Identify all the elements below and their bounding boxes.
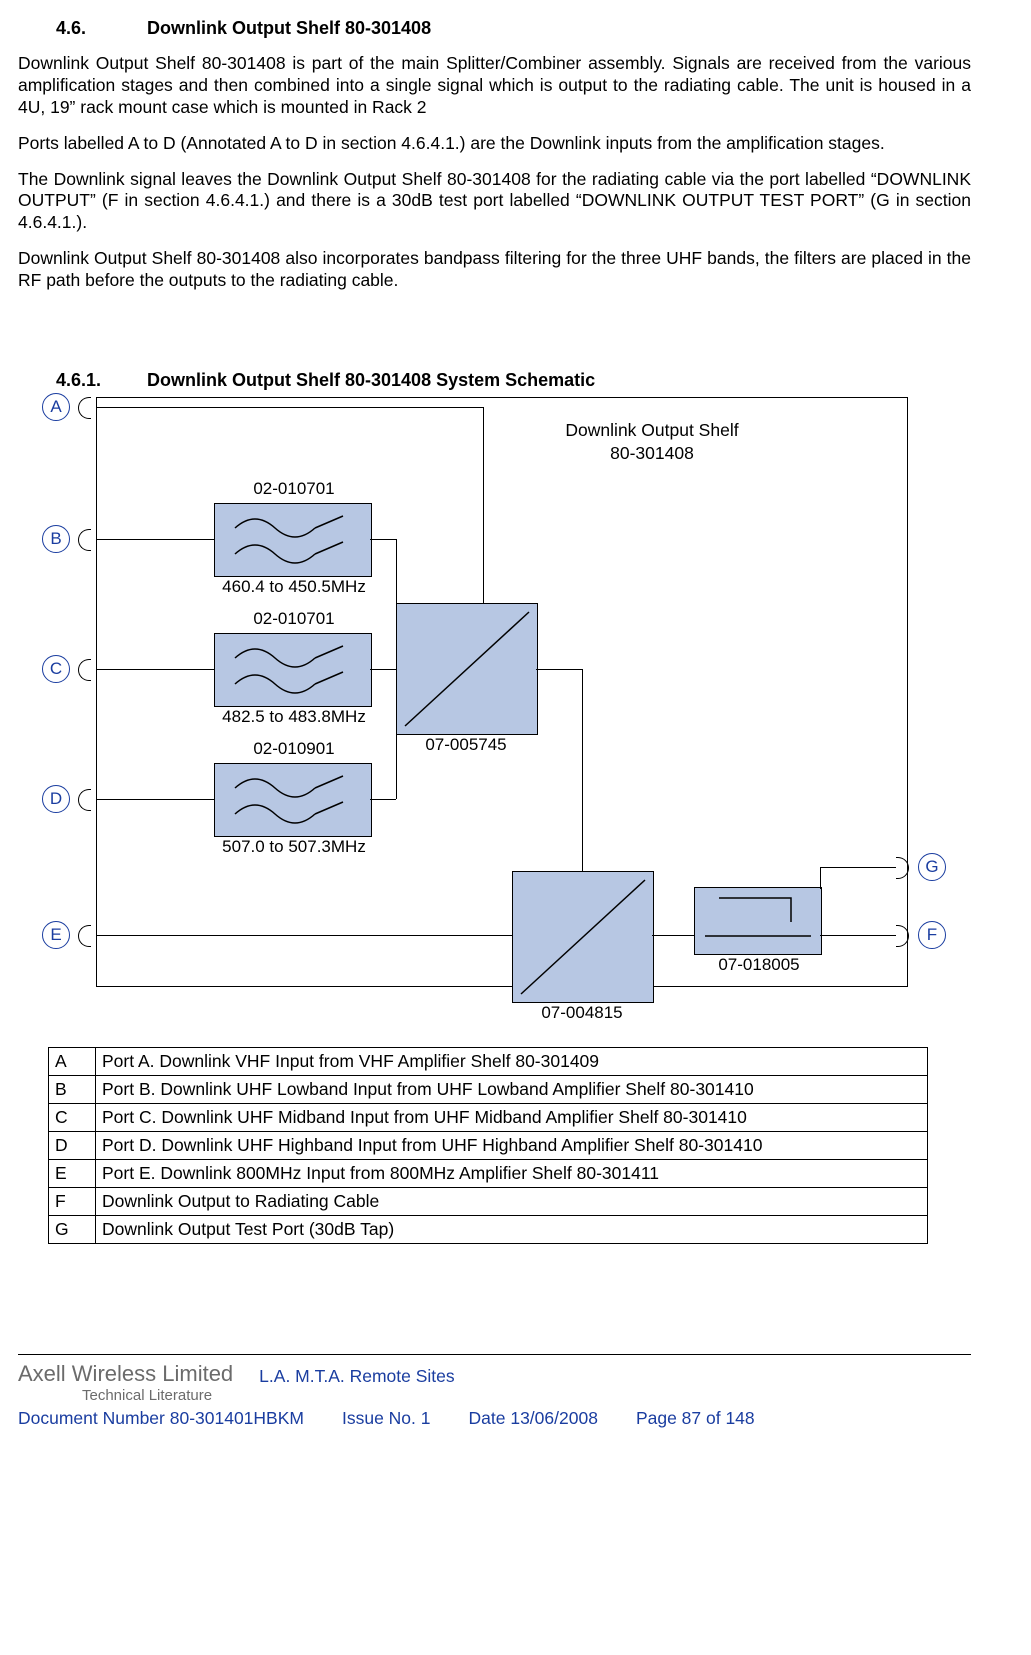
legend-val: Port A. Downlink VHF Input from VHF Ampl… [96, 1047, 928, 1075]
wire [820, 867, 821, 889]
port-g: G [918, 853, 946, 881]
footer-issue: Issue No. 1 [342, 1408, 431, 1429]
heading-4-6-1: 4.6.1. Downlink Output Shelf 80-301408 S… [56, 370, 971, 391]
port-c: C [42, 655, 70, 683]
port-d: D [42, 785, 70, 813]
combiner-1-label: 07-005745 [396, 735, 536, 755]
filter-symbol-icon [215, 764, 371, 836]
wire [582, 669, 583, 871]
legend-key: G [49, 1215, 96, 1243]
wire [396, 717, 397, 799]
wire [396, 539, 397, 619]
legend-table: APort A. Downlink VHF Input from VHF Amp… [48, 1047, 928, 1244]
filter-symbol-icon [215, 504, 371, 576]
filter-d [214, 763, 372, 837]
footer-page: Page 87 of 148 [636, 1408, 755, 1429]
schematic: Downlink Output Shelf 80-301408 A B C D … [18, 397, 971, 1037]
connector-b [78, 529, 91, 551]
port-f: F [918, 921, 946, 949]
combiner-symbol-icon [397, 604, 537, 734]
legend-key: C [49, 1103, 96, 1131]
table-row: GDownlink Output Test Port (30dB Tap) [49, 1215, 928, 1243]
connector-d [78, 789, 91, 811]
port-e: E [42, 921, 70, 949]
filter-d-part: 02-010901 [184, 739, 404, 759]
schematic-title: Downlink Output Shelf 80-301408 [542, 419, 762, 465]
legend-key: B [49, 1075, 96, 1103]
heading-4-6-1-num: 4.6.1. [56, 370, 142, 391]
combiner-1 [396, 603, 538, 735]
paragraph-4: Downlink Output Shelf 80-301408 also inc… [18, 248, 971, 292]
paragraph-2: Ports labelled A to D (Annotated A to D … [18, 133, 971, 155]
connector-c [78, 659, 91, 681]
legend-key: F [49, 1187, 96, 1215]
port-b: B [42, 525, 70, 553]
connector-e [78, 925, 91, 947]
combiner-symbol-icon [513, 872, 653, 1002]
legend-key: E [49, 1159, 96, 1187]
wire [820, 935, 896, 936]
wire [97, 407, 483, 408]
wire [820, 867, 896, 868]
port-a: A [42, 393, 70, 421]
wire [97, 539, 214, 540]
schematic-title-l1: Downlink Output Shelf [565, 420, 738, 440]
footer-tl: Technical Literature [82, 1387, 971, 1404]
wire [483, 407, 484, 603]
schematic-title-l2: 80-301408 [610, 443, 694, 463]
filter-b [214, 503, 372, 577]
combiner-2-label: 07-004815 [512, 1003, 652, 1023]
wire [370, 669, 396, 670]
connector-a [78, 397, 91, 419]
wire [652, 935, 694, 936]
filter-symbol-icon [215, 634, 371, 706]
wire [97, 799, 214, 800]
legend-val: Downlink Output to Radiating Cable [96, 1187, 928, 1215]
legend-key: D [49, 1131, 96, 1159]
legend-val: Port C. Downlink UHF Midband Input from … [96, 1103, 928, 1131]
wire [97, 935, 512, 936]
footer-brand: Axell Wireless Limited [18, 1361, 233, 1387]
legend-val: Port E. Downlink 800MHz Input from 800MH… [96, 1159, 928, 1187]
table-row: DPort D. Downlink UHF Highband Input fro… [49, 1131, 928, 1159]
footer-sites: L.A. M.T.A. Remote Sites [259, 1366, 454, 1387]
footer-doc: Document Number 80-301401HBKM [18, 1408, 304, 1429]
paragraph-1: Downlink Output Shelf 80-301408 is part … [18, 53, 971, 119]
footer-date: Date 13/06/2008 [469, 1408, 598, 1429]
filter-b-range: 460.4 to 450.5MHz [184, 577, 404, 597]
filter-c-range: 482.5 to 483.8MHz [184, 707, 404, 727]
paragraph-3: The Downlink signal leaves the Downlink … [18, 169, 971, 235]
wire [536, 669, 582, 670]
wire [97, 669, 214, 670]
table-row: CPort C. Downlink UHF Midband Input from… [49, 1103, 928, 1131]
filter-d-range: 507.0 to 507.3MHz [184, 837, 404, 857]
filter-b-part: 02-010701 [184, 479, 404, 499]
coupler [694, 887, 822, 955]
table-row: BPort B. Downlink UHF Lowband Input from… [49, 1075, 928, 1103]
legend-key: A [49, 1047, 96, 1075]
coupler-symbol-icon [695, 888, 821, 954]
filter-c [214, 633, 372, 707]
wire [370, 799, 396, 800]
legend-val: Downlink Output Test Port (30dB Tap) [96, 1215, 928, 1243]
legend-val: Port B. Downlink UHF Lowband Input from … [96, 1075, 928, 1103]
heading-4-6-1-title: Downlink Output Shelf 80-301408 System S… [147, 370, 595, 390]
wire [370, 539, 396, 540]
combiner-2 [512, 871, 654, 1003]
table-row: EPort E. Downlink 800MHz Input from 800M… [49, 1159, 928, 1187]
heading-4-6-title: Downlink Output Shelf 80-301408 [147, 18, 431, 38]
filter-c-part: 02-010701 [184, 609, 404, 629]
legend-val: Port D. Downlink UHF Highband Input from… [96, 1131, 928, 1159]
heading-4-6: 4.6. Downlink Output Shelf 80-301408 [56, 18, 971, 39]
table-row: APort A. Downlink VHF Input from VHF Amp… [49, 1047, 928, 1075]
table-row: FDownlink Output to Radiating Cable [49, 1187, 928, 1215]
heading-4-6-num: 4.6. [56, 18, 142, 39]
coupler-label: 07-018005 [694, 955, 824, 975]
footer: Axell Wireless Limited L.A. M.T.A. Remot… [18, 1354, 971, 1429]
